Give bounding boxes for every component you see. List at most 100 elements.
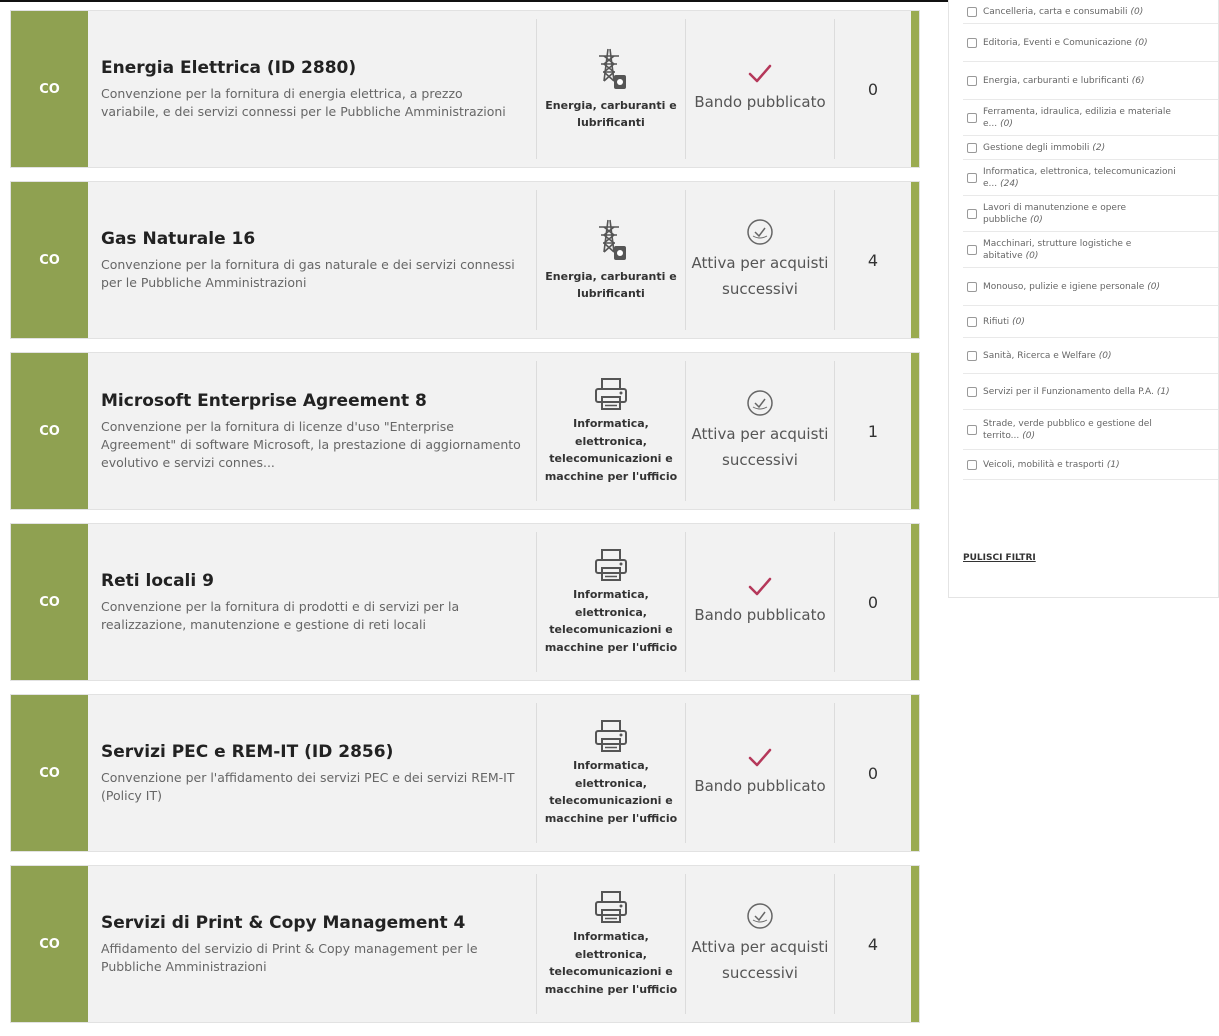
filter-label: Lavori di manutenzione e opere pubbliche (983, 202, 1126, 225)
result-description: Convenzione per la fornitura di prodotti… (101, 599, 460, 632)
filter-item[interactable]: Strade, verde pubblico e gestione del te… (963, 410, 1218, 450)
result-card[interactable]: CO Servizi PEC e REM-IT (ID 2856) Conven… (10, 694, 920, 852)
result-count: 4 (834, 190, 911, 330)
filter-item[interactable]: Macchinari, strutture logistiche e abita… (963, 232, 1218, 268)
filter-checkbox[interactable] (967, 459, 977, 470)
filter-item[interactable]: Servizi per il Funzionamento della P.A.(… (963, 374, 1218, 410)
status-cell: Bando pubblicato (685, 703, 834, 843)
filter-count: (6) (1131, 75, 1145, 86)
result-card[interactable]: CO Servizi di Print & Copy Management 4 … (10, 865, 920, 1023)
filter-item[interactable]: Sanità, Ricerca e Welfare (0) (963, 338, 1218, 374)
filter-item[interactable]: Informatica, elettronica, telecomunicazi… (963, 160, 1218, 196)
status-label: Bando pubblicato (694, 606, 826, 624)
result-card[interactable]: CO Energia Elettrica (ID 2880) Convenzio… (10, 10, 920, 168)
category-label: Informatica, elettronica, telecomunicazi… (544, 930, 678, 996)
filter-item[interactable]: Gestione degli immobili (2) (963, 136, 1218, 160)
filter-count: (0) (1012, 316, 1025, 327)
filter-count: (1) (1156, 386, 1170, 397)
filter-checkbox[interactable] (967, 75, 977, 86)
printer-icon (594, 719, 628, 753)
filter-checkbox[interactable] (967, 112, 977, 123)
filter-item[interactable]: Ferramenta, idraulica, edilizia e materi… (963, 100, 1218, 136)
filter-label: Monouso, pulizie e igiene personale (983, 281, 1145, 292)
status-label: Attiva per acquisti successivi (691, 938, 829, 982)
result-title[interactable]: Servizi di Print & Copy Management 4 (101, 912, 521, 934)
category-cell: Informatica, elettronica, telecomunicazi… (536, 874, 685, 1014)
category-label: Informatica, elettronica, telecomunicazi… (544, 417, 678, 483)
result-count: 0 (834, 19, 911, 159)
active-badge-icon (746, 902, 774, 930)
result-title[interactable]: Reti locali 9 (101, 570, 521, 592)
filter-label: Rifiuti (983, 316, 1010, 327)
filter-item[interactable]: Veicoli, mobilità e trasporti (1) (963, 450, 1218, 480)
filter-label: Energia, carburanti e lubrificanti (983, 75, 1129, 86)
filter-checkbox[interactable] (967, 350, 977, 361)
result-title[interactable]: Energia Elettrica (ID 2880) (101, 57, 521, 79)
result-card[interactable]: CO Gas Naturale 16 Convenzione per la fo… (10, 181, 920, 339)
filter-checkbox[interactable] (967, 172, 977, 183)
type-badge: CO (11, 11, 88, 167)
type-code: CO (39, 81, 60, 97)
filter-count: (2) (1092, 142, 1106, 153)
result-info: Servizi PEC e REM-IT (ID 2856) Convenzio… (101, 695, 521, 851)
status-label: Bando pubblicato (694, 777, 826, 795)
result-title[interactable]: Gas Naturale 16 (101, 228, 521, 250)
filter-count: (0) (1098, 350, 1112, 361)
filter-count: (24) (1000, 178, 1019, 189)
filter-checkbox[interactable] (967, 6, 977, 17)
result-count: 1 (834, 361, 911, 501)
filter-item[interactable]: Rifiuti (0) (963, 306, 1218, 338)
category-cell: Energia, carburanti e lubrificanti (536, 19, 685, 159)
result-count: 0 (834, 532, 911, 672)
filter-checkbox[interactable] (967, 316, 977, 327)
status-cell: Bando pubblicato (685, 19, 834, 159)
type-badge: CO (11, 524, 88, 680)
filter-item[interactable]: Energia, carburanti e lubrificanti (6) (963, 62, 1218, 100)
results-list: CO Energia Elettrica (ID 2880) Convenzio… (10, 10, 920, 1036)
status-cell: Bando pubblicato (685, 532, 834, 672)
type-code: CO (39, 765, 60, 781)
filter-count: (0) (1147, 281, 1161, 292)
category-cell: Energia, carburanti e lubrificanti (536, 190, 685, 330)
result-description: Convenzione per l'affidamento dei serviz… (101, 770, 515, 803)
result-info: Energia Elettrica (ID 2880) Convenzione … (101, 11, 521, 167)
result-info: Reti locali 9 Convenzione per la fornitu… (101, 524, 521, 680)
filter-checkbox[interactable] (967, 386, 977, 397)
category-filter-panel: Cancelleria, carta e consumabili (0) Edito… (948, 0, 1219, 598)
filter-item[interactable]: Cancelleria, carta e consumabili (0) (963, 0, 1218, 24)
type-code: CO (39, 252, 60, 268)
filter-label: Veicoli, mobilità e trasporti (983, 459, 1104, 470)
filter-count: (0) (1130, 6, 1144, 17)
result-title[interactable]: Servizi PEC e REM-IT (ID 2856) (101, 741, 521, 763)
result-description: Convenzione per la fornitura di energia … (101, 86, 506, 119)
filter-item[interactable]: Lavori di manutenzione e opere pubbliche… (963, 196, 1218, 232)
type-badge: CO (11, 866, 88, 1022)
clear-filters-link[interactable]: PULISCI FILTRI (963, 553, 1036, 563)
filter-item[interactable]: Monouso, pulizie e igiene personale (0) (963, 268, 1218, 306)
filter-checkbox[interactable] (967, 37, 977, 48)
filter-count: (1) (1106, 459, 1120, 470)
check-icon (748, 747, 772, 769)
result-card[interactable]: CO Reti locali 9 Convenzione per la forn… (10, 523, 920, 681)
status-label: Attiva per acquisti successivi (691, 254, 829, 298)
category-label: Energia, carburanti e lubrificanti (545, 269, 677, 301)
card-accent-bar (911, 524, 919, 680)
filter-item[interactable]: Editoria, Eventi e Comunicazione (0) (963, 24, 1218, 62)
status-cell: Attiva per acquisti successivi (685, 874, 834, 1014)
filter-checkbox[interactable] (967, 424, 977, 435)
filter-label: Macchinari, strutture logistiche e abita… (983, 238, 1132, 261)
power-pylon-icon (594, 218, 628, 264)
result-card[interactable]: CO Microsoft Enterprise Agreement 8 Conv… (10, 352, 920, 510)
result-title[interactable]: Microsoft Enterprise Agreement 8 (101, 390, 521, 412)
result-count: 4 (834, 874, 911, 1014)
filter-checkbox[interactable] (967, 281, 977, 292)
type-badge: CO (11, 695, 88, 851)
card-accent-bar (911, 353, 919, 509)
filter-checkbox[interactable] (967, 142, 977, 153)
filter-label: Sanità, Ricerca e Welfare (983, 350, 1096, 361)
filter-count: (0) (1025, 250, 1039, 261)
filter-checkbox[interactable] (967, 208, 977, 219)
filter-checkbox[interactable] (967, 244, 977, 255)
active-badge-icon (746, 218, 774, 246)
result-info: Microsoft Enterprise Agreement 8 Convenz… (101, 353, 521, 509)
